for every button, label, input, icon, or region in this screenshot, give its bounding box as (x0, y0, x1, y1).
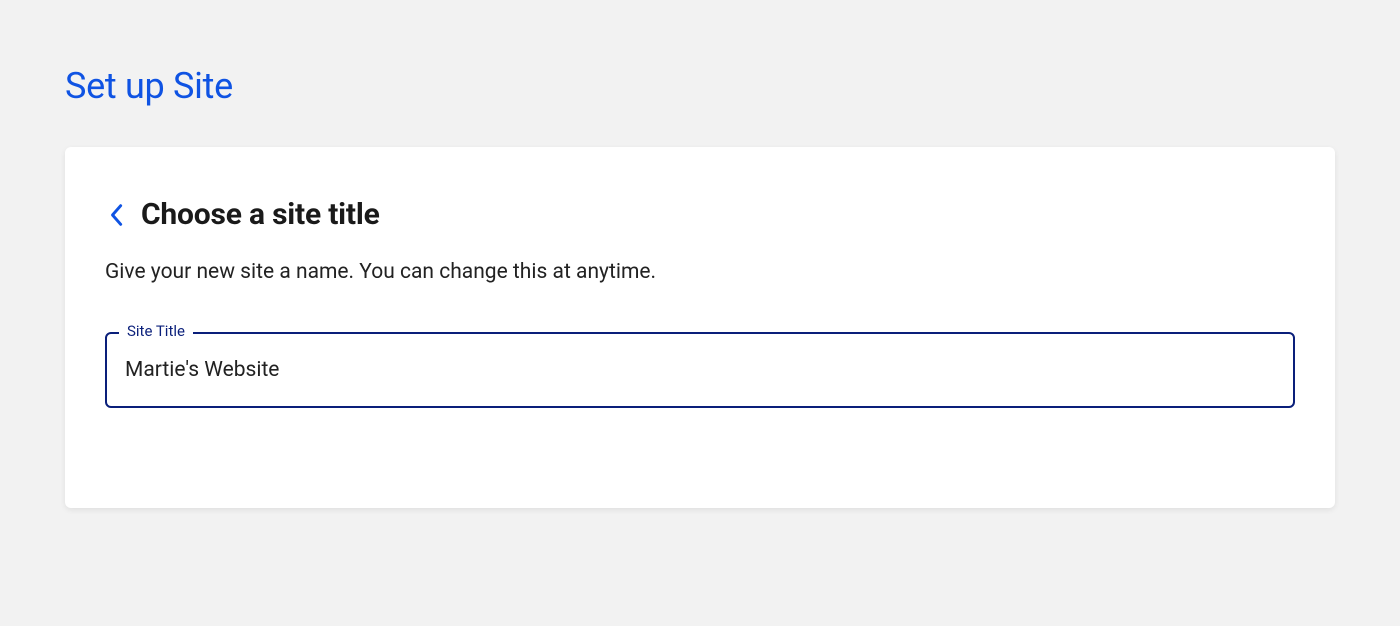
back-icon[interactable] (105, 201, 127, 229)
page-title: Set up Site (65, 65, 1335, 107)
site-title-label: Site Title (119, 322, 193, 340)
card-title: Choose a site title (141, 197, 380, 232)
card-subtitle: Give your new site a name. You can chang… (105, 260, 1295, 284)
site-title-input[interactable] (105, 332, 1295, 408)
site-title-field-wrapper: Site Title (105, 332, 1295, 408)
setup-card: Choose a site title Give your new site a… (65, 147, 1335, 508)
card-header: Choose a site title (105, 197, 1295, 232)
